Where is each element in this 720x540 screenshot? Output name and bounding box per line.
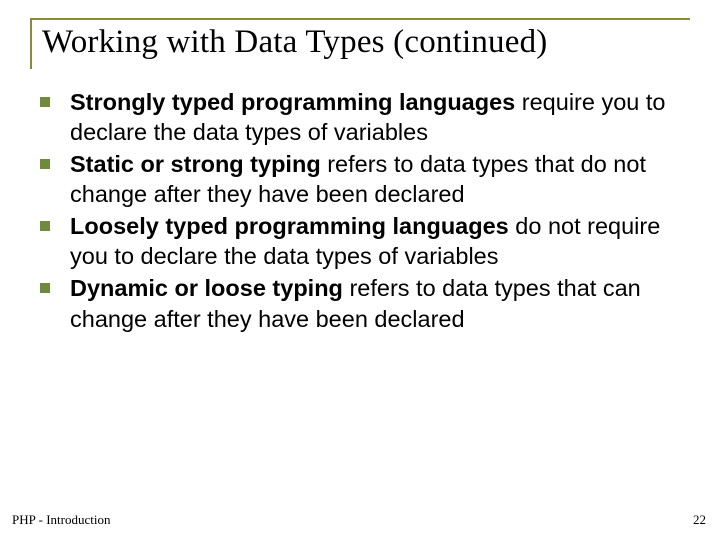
bullet-text: Static or strong typing refers to data t… xyxy=(70,149,690,209)
list-item: Static or strong typing refers to data t… xyxy=(40,149,690,209)
bullet-text: Strongly typed programming languages req… xyxy=(70,87,690,147)
footer-left: PHP - Introduction xyxy=(12,512,110,528)
bullet-text: Loosely typed programming languages do n… xyxy=(70,211,690,271)
list-item: Dynamic or loose typing refers to data t… xyxy=(40,273,690,333)
page-number: 22 xyxy=(693,512,706,528)
list-item: Strongly typed programming languages req… xyxy=(40,87,690,147)
bullet-text: Dynamic or loose typing refers to data t… xyxy=(70,273,690,333)
square-bullet-icon xyxy=(40,159,50,169)
title-container: Working with Data Types (continued) xyxy=(30,18,690,69)
content-area: Strongly typed programming languages req… xyxy=(30,87,690,334)
square-bullet-icon xyxy=(40,221,50,231)
list-item: Loosely typed programming languages do n… xyxy=(40,211,690,271)
slide-title: Working with Data Types (continued) xyxy=(42,24,690,61)
square-bullet-icon xyxy=(40,97,50,107)
slide: Working with Data Types (continued) Stro… xyxy=(0,0,720,540)
square-bullet-icon xyxy=(40,283,50,293)
